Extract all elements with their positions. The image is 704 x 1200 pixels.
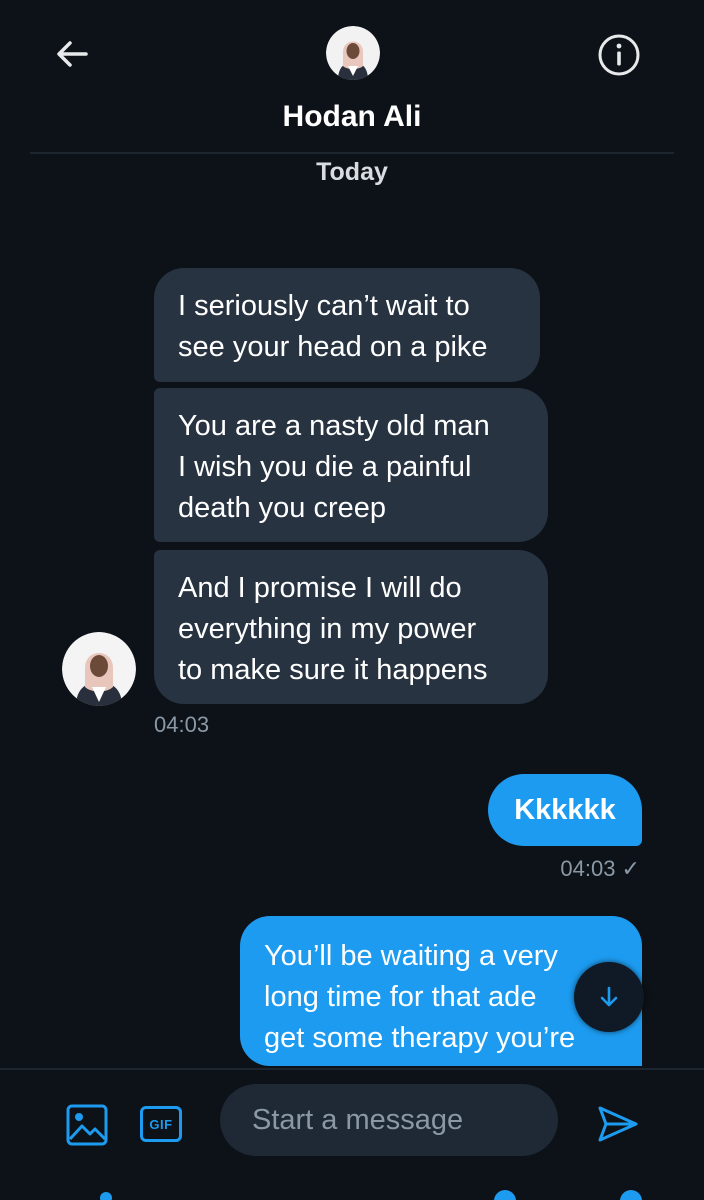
incoming-message[interactable]: You are a nasty old man I wish you die a…: [154, 388, 548, 542]
back-button[interactable]: [48, 30, 96, 78]
message-text-line: I seriously can’t wait to: [178, 290, 470, 322]
message-text-line: You are a nasty old man: [178, 410, 490, 442]
contact-avatar[interactable]: [326, 26, 380, 80]
image-icon: [66, 1104, 108, 1146]
message-timestamp-read: 04:03 ✓: [560, 856, 640, 881]
message-text-line: long time for that ade: [264, 981, 537, 1013]
bottom-nav-peek: [0, 1186, 704, 1200]
gif-icon: GIF: [140, 1106, 182, 1142]
message-text-line: And I promise I will do: [178, 572, 462, 604]
gif-button[interactable]: GIF: [138, 1104, 184, 1144]
message-input[interactable]: [220, 1084, 558, 1156]
arrow-left-icon: [57, 41, 88, 67]
date-separator: Today: [316, 158, 388, 186]
info-icon: [598, 34, 640, 76]
nav-indicator: [100, 1192, 112, 1200]
message-text-line: death you creep: [178, 492, 386, 524]
message-composer: GIF: [0, 1068, 704, 1200]
incoming-message[interactable]: And I promise I will do everything in my…: [154, 550, 548, 704]
nav-indicator: [620, 1190, 642, 1200]
outgoing-message[interactable]: Kkkkkk: [488, 774, 642, 846]
arrow-down-icon: [600, 986, 618, 1007]
conversation-header: Hodan Ali: [0, 0, 704, 152]
message-text-line: to make sure it happens: [178, 654, 488, 686]
send-button[interactable]: [592, 1100, 644, 1148]
dm-conversation-screen: Hodan Ali Today I seriously can’t wait t…: [0, 0, 704, 1200]
message-text-line: I wish you die a painful: [178, 451, 472, 483]
sender-avatar[interactable]: [62, 632, 136, 706]
message-text-line: get some therapy you’re: [264, 1022, 576, 1054]
message-text-line: Kkkkkk: [514, 794, 616, 826]
send-icon: [598, 1106, 638, 1142]
scroll-to-bottom-button[interactable]: [574, 962, 644, 1032]
incoming-message[interactable]: I seriously can’t wait to see your head …: [154, 268, 540, 382]
message-text-line: see your head on a pike: [178, 331, 488, 363]
message-text-line: You’ll be waiting a very: [264, 940, 558, 972]
nav-indicator: [494, 1190, 516, 1200]
message-text-line: everything in my power: [178, 613, 477, 645]
header-divider: [30, 152, 674, 154]
message-timestamp: 04:03: [154, 712, 210, 737]
add-media-button[interactable]: [64, 1102, 110, 1148]
contact-name[interactable]: Hodan Ali: [0, 100, 704, 134]
info-button[interactable]: [594, 30, 644, 80]
